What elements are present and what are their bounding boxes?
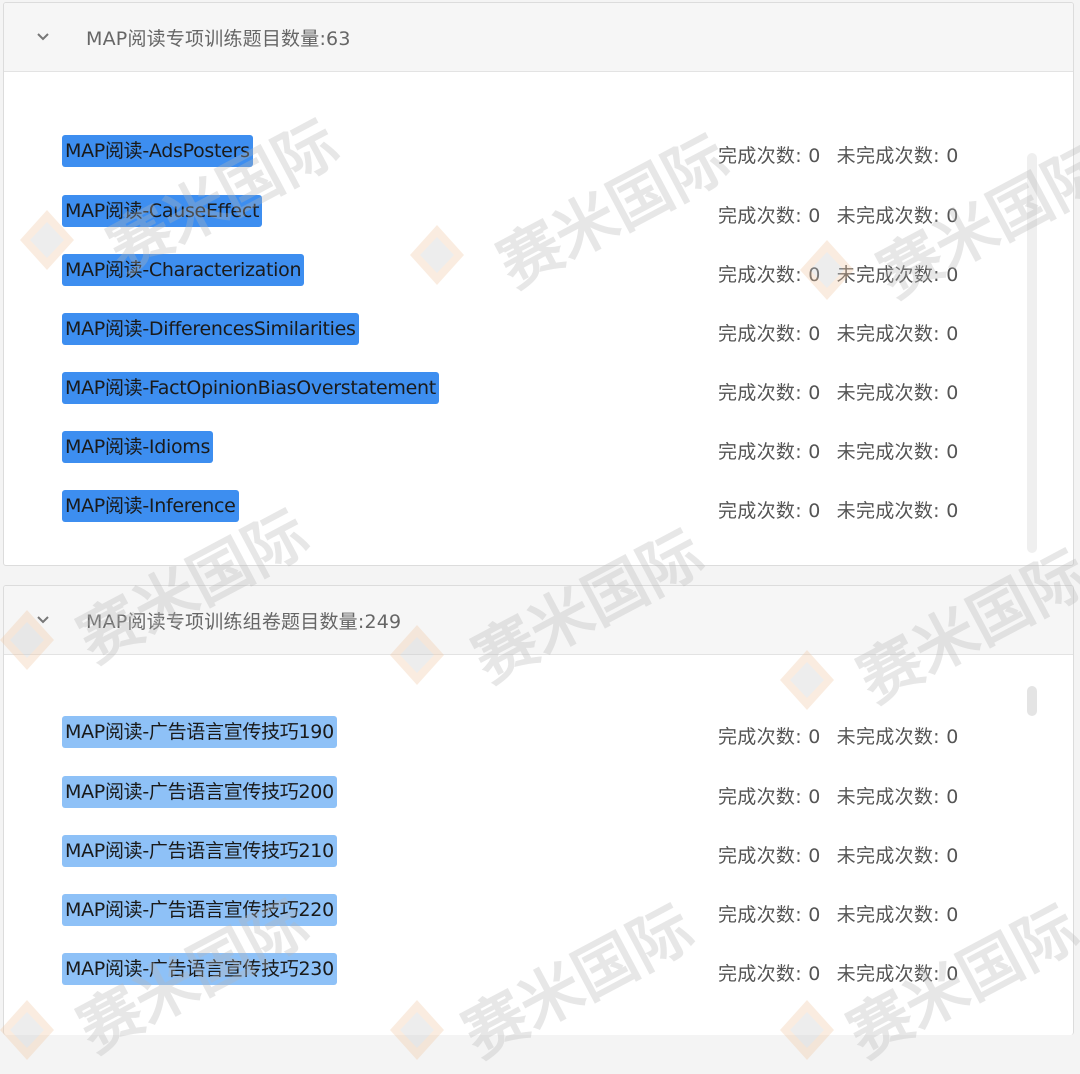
collapse-panel-papers: MAP阅读专项训练组卷题目数量:249 MAP阅读-广告语言宣传技巧190 完成… (3, 585, 1074, 1035)
list-item: MAP阅读-CauseEffect 完成次数: 0 未完成次数: 0 (4, 191, 1073, 231)
item-stats: 完成次数: 0 未完成次数: 0 (718, 963, 959, 985)
item-link[interactable]: MAP阅读-广告语言宣传技巧190 (62, 716, 337, 748)
scrollbar-thumb[interactable] (1027, 686, 1037, 716)
item-link[interactable]: MAP阅读-广告语言宣传技巧210 (62, 835, 337, 867)
list-item: MAP阅读-广告语言宣传技巧200 完成次数: 0 未完成次数: 0 (4, 772, 1073, 812)
item-link[interactable]: MAP阅读-Idioms (62, 431, 214, 463)
item-link[interactable]: MAP阅读-AdsPosters (62, 135, 253, 167)
chevron-down-icon[interactable] (36, 614, 50, 624)
item-link[interactable]: MAP阅读-Inference (62, 490, 239, 522)
item-stats: 完成次数: 0 未完成次数: 0 (718, 145, 959, 167)
list-item: MAP阅读-Idioms 完成次数: 0 未完成次数: 0 (4, 427, 1073, 467)
list-item: MAP阅读-广告语言宣传技巧230 完成次数: 0 未完成次数: 0 (4, 949, 1073, 989)
item-stats: 完成次数: 0 未完成次数: 0 (718, 264, 959, 286)
item-link[interactable]: MAP阅读-广告语言宣传技巧230 (62, 953, 337, 985)
item-stats: 完成次数: 0 未完成次数: 0 (718, 786, 959, 808)
list-item: MAP阅读-Inference 完成次数: 0 未完成次数: 0 (4, 486, 1073, 526)
item-link[interactable]: MAP阅读-FactOpinionBiasOverstatement (62, 372, 439, 404)
item-stats: 完成次数: 0 未完成次数: 0 (718, 500, 959, 522)
item-stats: 完成次数: 0 未完成次数: 0 (718, 845, 959, 867)
item-link[interactable]: MAP阅读-广告语言宣传技巧200 (62, 776, 337, 808)
item-stats: 完成次数: 0 未完成次数: 0 (718, 904, 959, 926)
list-item: MAP阅读-广告语言宣传技巧220 完成次数: 0 未完成次数: 0 (4, 890, 1073, 930)
item-stats: 完成次数: 0 未完成次数: 0 (718, 205, 959, 227)
item-stats: 完成次数: 0 未完成次数: 0 (718, 382, 959, 404)
item-link[interactable]: MAP阅读-Characterization (62, 254, 305, 286)
list-item: MAP阅读-FactOpinionBiasOverstatement 完成次数:… (4, 368, 1073, 408)
panel-header-topics[interactable]: MAP阅读专项训练题目数量:63 (4, 3, 1073, 72)
item-link[interactable]: MAP阅读-CauseEffect (62, 195, 263, 227)
panel-title: MAP阅读专项训练组卷题目数量:249 (86, 610, 402, 633)
item-link[interactable]: MAP阅读-DifferencesSimilarities (62, 313, 359, 345)
item-stats: 完成次数: 0 未完成次数: 0 (718, 323, 959, 345)
item-stats: 完成次数: 0 未完成次数: 0 (718, 726, 959, 748)
chevron-down-icon[interactable] (36, 31, 50, 41)
item-link[interactable]: MAP阅读-广告语言宣传技巧220 (62, 894, 337, 926)
list-item: MAP阅读-Characterization 完成次数: 0 未完成次数: 0 (4, 250, 1073, 290)
panel-header-papers[interactable]: MAP阅读专项训练组卷题目数量:249 (4, 586, 1073, 655)
list-item: MAP阅读-AdsPosters 完成次数: 0 未完成次数: 0 (4, 131, 1073, 171)
collapse-panel-topics: MAP阅读专项训练题目数量:63 MAP阅读-AdsPosters 完成次数: … (3, 2, 1074, 566)
list-item: MAP阅读-DifferencesSimilarities 完成次数: 0 未完成… (4, 309, 1073, 349)
list-item: MAP阅读-广告语言宣传技巧210 完成次数: 0 未完成次数: 0 (4, 831, 1073, 871)
panel-title: MAP阅读专项训练题目数量:63 (86, 27, 351, 50)
list-item: MAP阅读-广告语言宣传技巧190 完成次数: 0 未完成次数: 0 (4, 712, 1073, 752)
scrollbar-track[interactable] (1027, 153, 1037, 553)
item-stats: 完成次数: 0 未完成次数: 0 (718, 441, 959, 463)
